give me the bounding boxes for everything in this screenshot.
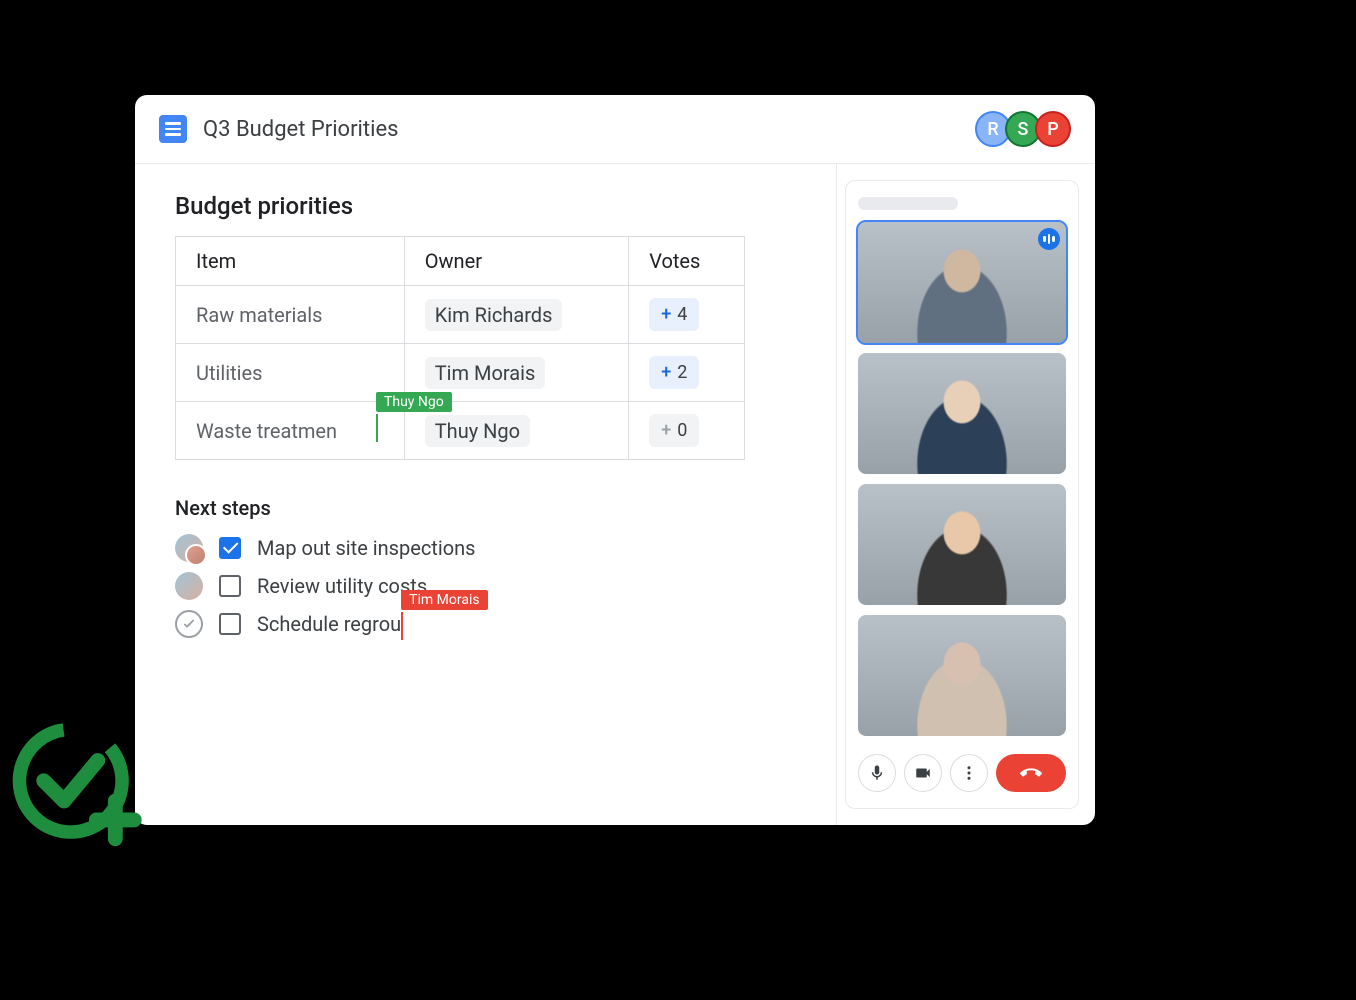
vote-chip[interactable]: +2 [649, 356, 699, 389]
collab-tag-red: Tim Morais [401, 590, 487, 610]
assignee-avatar[interactable] [175, 534, 203, 562]
doc-title[interactable]: Q3 Budget Priorities [203, 117, 981, 142]
task-check-add-icon [10, 720, 145, 855]
collaborator-avatars: R S P [981, 111, 1071, 147]
speaking-indicator-icon [1038, 228, 1060, 250]
budget-priorities-heading: Budget priorities [175, 192, 796, 220]
meet-panel [845, 180, 1079, 809]
budget-table: Item Owner Votes Raw materials Kim Richa… [175, 236, 745, 460]
hangup-button[interactable] [996, 754, 1066, 792]
mic-icon [868, 764, 886, 782]
titlebar: Q3 Budget Priorities R S P [135, 95, 1095, 164]
more-vert-icon [960, 764, 978, 782]
plus-icon: + [661, 362, 671, 383]
document-window: Q3 Budget Priorities R S P Budget priori… [135, 95, 1095, 825]
hangup-icon [1020, 762, 1042, 784]
owner-chip[interactable]: Thuy Ngo [425, 415, 530, 447]
video-tile[interactable] [858, 353, 1066, 474]
video-tile[interactable] [858, 484, 1066, 605]
collab-cursor-red [401, 612, 403, 640]
table-row: Utilities Tim Morais +2 [176, 344, 745, 402]
plus-icon: + [661, 304, 671, 325]
assign-task-icon[interactable] [175, 610, 203, 638]
col-owner: Owner [404, 237, 628, 286]
camera-button[interactable] [904, 754, 942, 792]
video-tile[interactable] [858, 222, 1066, 343]
col-item: Item [176, 237, 405, 286]
more-button[interactable] [950, 754, 988, 792]
task-row: Map out site inspections [175, 534, 796, 562]
task-checkbox[interactable] [219, 613, 241, 635]
table-row: Raw materials Kim Richards +4 [176, 286, 745, 344]
task-checkbox[interactable] [219, 575, 241, 597]
task-checkbox[interactable] [219, 537, 241, 559]
table-row: Waste treatmen Thuy Ngo Thuy Ngo +0 [176, 402, 745, 460]
owner-chip[interactable]: Tim Morais [425, 357, 546, 389]
vote-chip[interactable]: +4 [649, 298, 699, 331]
next-steps-heading: Next steps [175, 496, 796, 520]
docs-icon [159, 115, 187, 143]
video-tile[interactable] [858, 615, 1066, 736]
task-text[interactable]: Map out site inspections [257, 536, 475, 560]
task-row: Schedule regrou Tim Morais [175, 610, 796, 638]
avatar[interactable]: P [1035, 111, 1071, 147]
col-votes: Votes [629, 237, 745, 286]
owner-chip[interactable]: Kim Richards [425, 299, 563, 331]
assignee-avatar[interactable] [175, 572, 203, 600]
document-body[interactable]: Budget priorities Item Owner Votes Raw m… [135, 164, 837, 825]
mic-button[interactable] [858, 754, 896, 792]
camera-icon [914, 764, 932, 782]
plus-icon: + [661, 420, 671, 441]
collab-cursor-green [376, 414, 378, 442]
vote-chip[interactable]: +0 [649, 414, 699, 447]
collab-tag-green: Thuy Ngo [376, 392, 452, 412]
task-text[interactable]: Schedule regrou Tim Morais [257, 612, 401, 636]
meet-title-placeholder [858, 197, 958, 210]
